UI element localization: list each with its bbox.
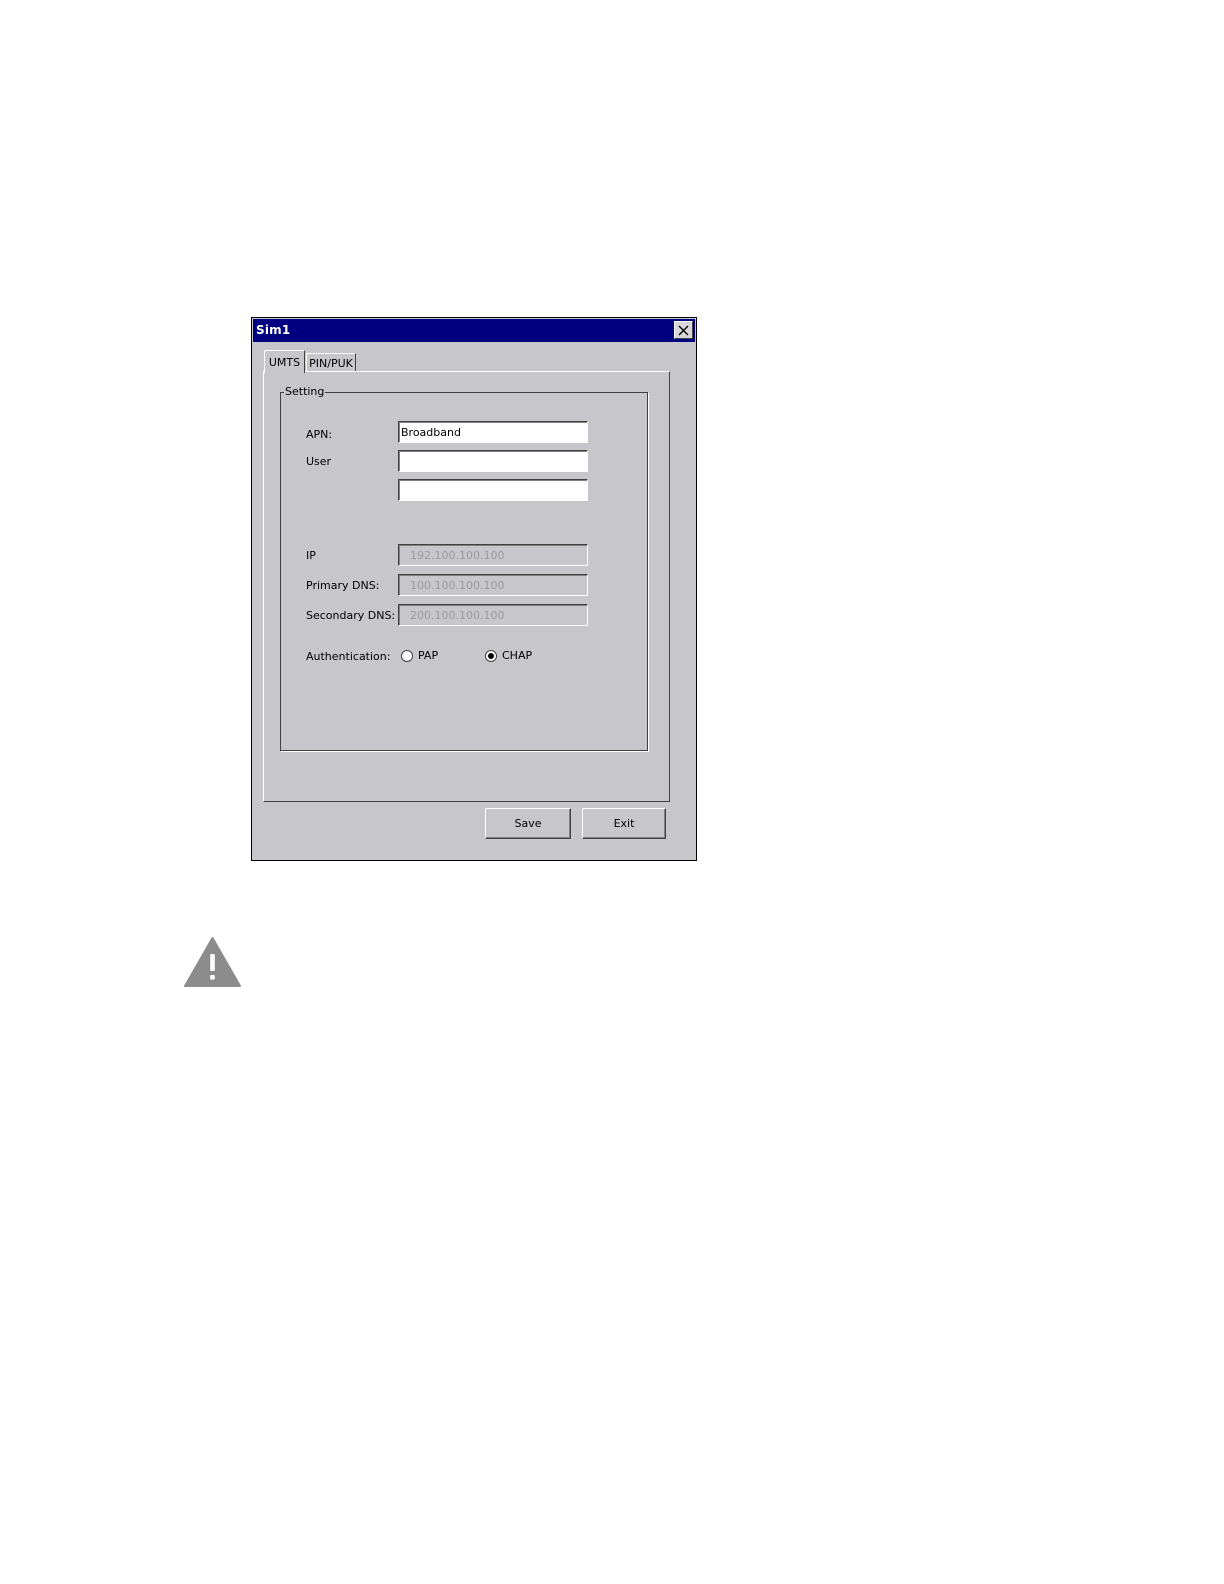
primary-dns-label: Primary DNS: bbox=[306, 579, 380, 592]
user-input[interactable] bbox=[398, 450, 588, 472]
chap-radio-circle[interactable] bbox=[485, 649, 497, 662]
pap-radio-circle[interactable] bbox=[401, 649, 413, 662]
secondary-dns-input bbox=[398, 604, 588, 626]
pap-radio-label: PAP bbox=[418, 649, 439, 662]
tab-umts-label: UMTS bbox=[268, 355, 301, 369]
exit-button[interactable]: Exit bbox=[582, 808, 666, 839]
authentication-label: Authentication: bbox=[306, 650, 391, 663]
close-button[interactable] bbox=[674, 321, 693, 339]
close-icon bbox=[678, 325, 689, 335]
caution-icon bbox=[184, 937, 241, 987]
window-title: Sim1 bbox=[256, 323, 291, 337]
ip-input bbox=[398, 544, 588, 566]
setting-groupbox: Setting APN: User IP Primary DNS: Second… bbox=[280, 385, 648, 751]
save-button[interactable]: Save bbox=[485, 808, 571, 839]
ip-label: IP bbox=[306, 549, 316, 562]
umts-tab-panel: Setting APN: User IP Primary DNS: Second… bbox=[263, 371, 670, 802]
setting-legend: Setting bbox=[284, 385, 326, 398]
password-input[interactable] bbox=[398, 479, 588, 501]
secondary-dns-label: Secondary DNS: bbox=[306, 609, 396, 622]
tab-umts[interactable]: UMTS bbox=[264, 350, 305, 373]
pap-radio[interactable]: PAP bbox=[401, 649, 438, 662]
tab-pin-puk-label: PIN/PUK bbox=[309, 356, 353, 370]
apn-label: APN: bbox=[306, 428, 333, 441]
chap-radio-label: CHAP bbox=[502, 649, 533, 662]
primary-dns-input bbox=[398, 574, 588, 596]
title-bar[interactable]: Sim1 bbox=[253, 319, 695, 342]
chap-radio[interactable]: CHAP bbox=[485, 649, 532, 662]
apn-input[interactable] bbox=[398, 421, 588, 443]
chap-radio-selected-dot bbox=[488, 652, 494, 659]
sim1-dialog: Sim1 UMTS PIN/PUK Setting APN: User IP P… bbox=[251, 317, 697, 861]
tab-pin-puk[interactable]: PIN/PUK bbox=[306, 353, 356, 372]
user-label: User bbox=[306, 455, 332, 468]
